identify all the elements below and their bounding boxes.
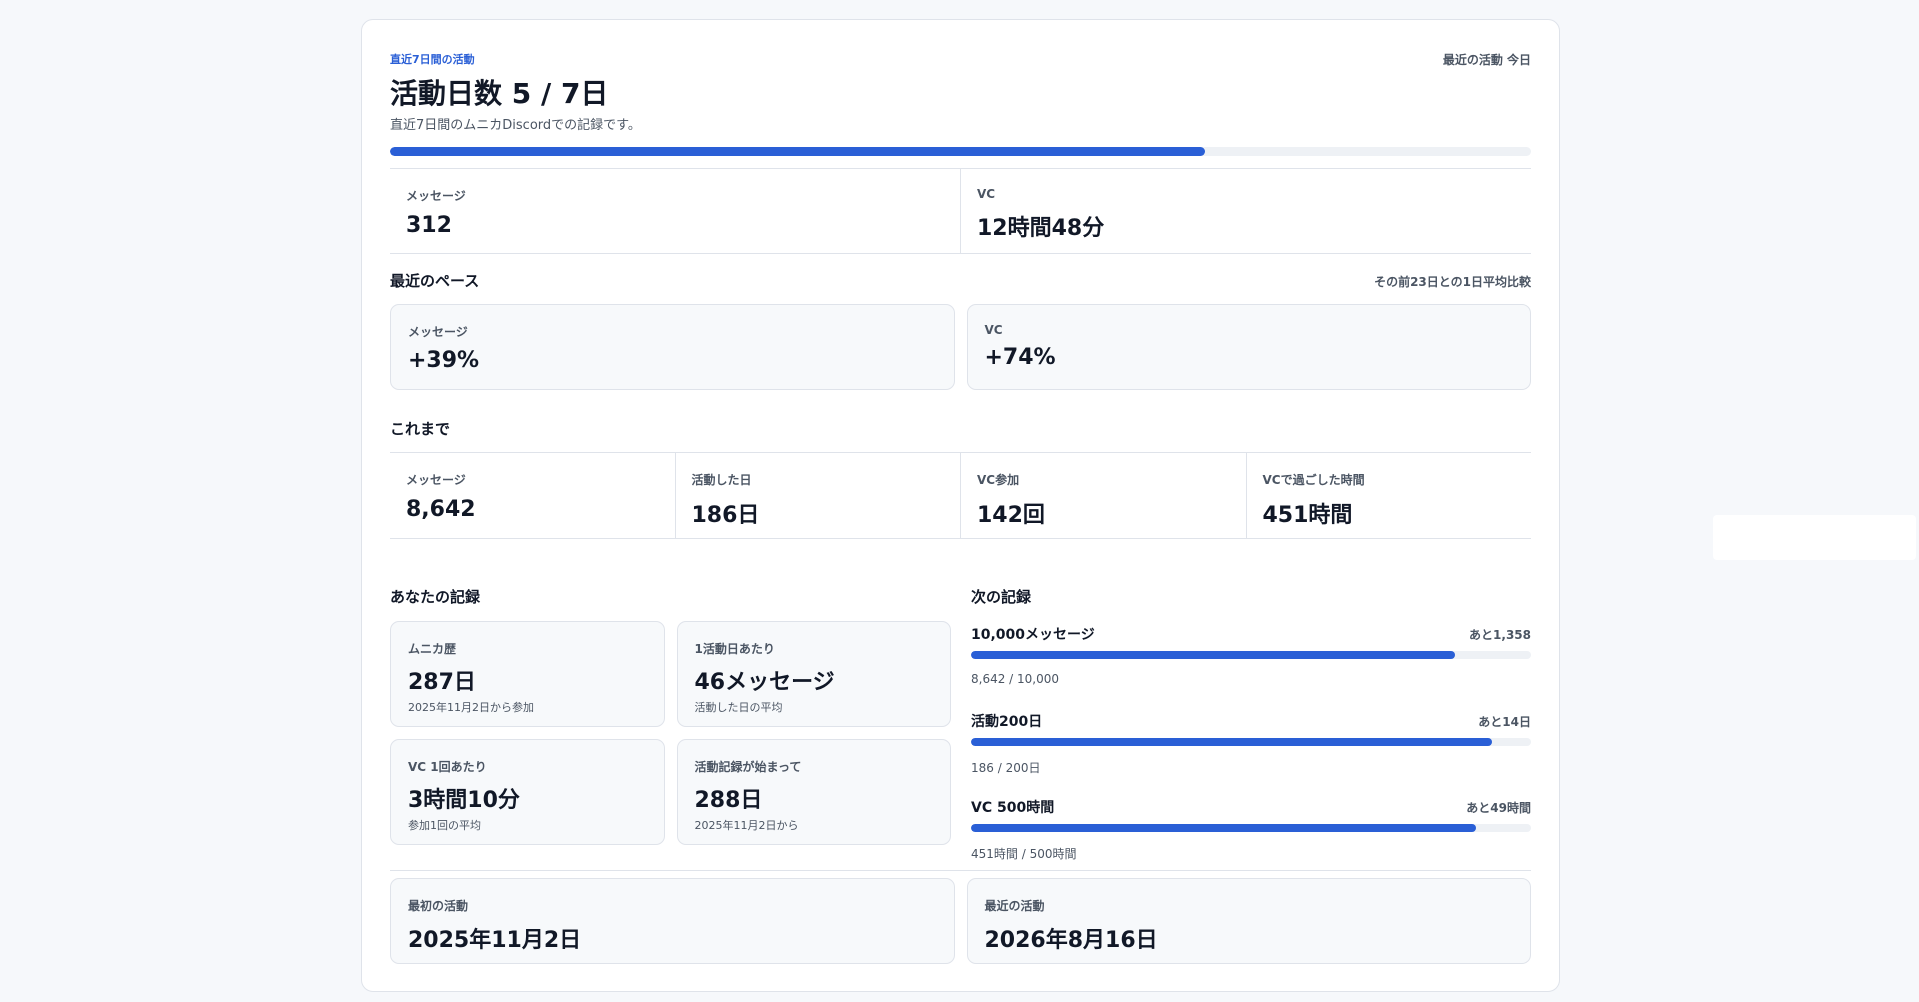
goal-progress-fill (971, 738, 1492, 746)
records-grid: ムニカ歴 287日 2025年11月2日から参加 1活動日あたり 46メッセージ… (390, 621, 951, 845)
record-label: ムニカ歴 (408, 642, 457, 656)
week-stat-messages: メッセージ 312 (390, 169, 961, 253)
stat-value: 8,642 (406, 497, 476, 522)
date-label: 最初の活動 (408, 899, 469, 913)
goal-remaining: あと1,358 (1469, 628, 1531, 642)
page-title: 活動日数 5 / 7日 (390, 77, 609, 110)
goal-progress-text: 186 / 200日 (971, 761, 1041, 775)
record-since-start: 活動記録が始まって 288日 2025年11月2日から (676, 739, 951, 845)
goal-progress-bar (971, 824, 1531, 832)
pace-messages: メッセージ +39% (390, 304, 955, 390)
stat-label: メッセージ (406, 473, 466, 487)
stat-value: 312 (406, 213, 452, 238)
goal-name: VC 500時間 (971, 800, 1055, 816)
goal-name: 活動200日 (971, 714, 1043, 730)
goal-name: 10,000メッセージ (971, 627, 1095, 643)
goal-progress-text: 451時間 / 500時間 (971, 847, 1077, 861)
totals-stats: メッセージ 8,642 活動した日 186日 VC参加 142回 VCで過ごした… (390, 452, 1531, 539)
pace-value: +39% (408, 348, 480, 373)
record-label: 1活動日あたり (694, 642, 775, 656)
record-per-day: 1活動日あたり 46メッセージ 活動した日の平均 (676, 621, 951, 727)
stat-value: 142回 (977, 503, 1045, 528)
active-days-progress-fill (390, 147, 1205, 156)
divider (390, 870, 1531, 871)
activity-card: 直近7日間の活動 最近の活動 今日 活動日数 5 / 7日 直近7日間のムニカD… (361, 19, 1560, 992)
pace-title: 最近のペース (390, 272, 480, 290)
record-tenure: ムニカ歴 287日 2025年11月2日から参加 (390, 621, 665, 727)
total-vc-time: VCで過ごした時間 451時間 (1247, 453, 1532, 538)
record-sub: 参加1回の平均 (408, 819, 481, 832)
week-stat-vc: VC 12時間48分 (961, 169, 1531, 253)
pace-label: メッセージ (408, 325, 468, 339)
stat-label: VC (977, 187, 996, 201)
record-label: 活動記録が始まって (694, 760, 802, 774)
totals-title: これまで (390, 420, 451, 438)
active-days-progress-bar (390, 147, 1531, 156)
stat-label: メッセージ (406, 189, 466, 203)
card-content: 直近7日間の活動 最近の活動 今日 活動日数 5 / 7日 直近7日間のムニカD… (390, 20, 1531, 991)
date-value: 2026年8月16日 (984, 928, 1158, 953)
pace-value: +74% (984, 345, 1056, 370)
stat-label: VC参加 (977, 473, 1020, 487)
record-sub: 2025年11月2日から (694, 819, 799, 832)
records-title: あなたの記録 (390, 588, 481, 606)
stat-label: 活動した日 (691, 473, 752, 487)
recent-activity-label: 最近の活動 今日 (1442, 53, 1531, 67)
record-label: VC 1回あたり (408, 760, 487, 774)
record-value: 287日 (408, 670, 476, 695)
record-sub: 活動した日の平均 (694, 701, 783, 714)
record-value: 46メッセージ (694, 670, 835, 695)
latest-activity: 最近の活動 2026年8月16日 (966, 878, 1531, 964)
goal-vc-hours: VC 500時間 あと49時間 451時間 / 500時間 (971, 797, 1531, 861)
goal-remaining: あと14日 (1478, 715, 1531, 729)
total-vc-joins: VC参加 142回 (961, 453, 1247, 538)
next-records: 次の記録 10,000メッセージ あと1,358 8,642 / 10,000 … (971, 586, 1531, 861)
stat-value: 451時間 (1262, 503, 1353, 528)
goal-progress-fill (971, 651, 1455, 659)
stat-label: VCで過ごした時間 (1262, 473, 1365, 487)
pace-vc: VC +74% (966, 304, 1531, 390)
blank-floating-panel (1713, 515, 1916, 560)
goal-messages: 10,000メッセージ あと1,358 8,642 / 10,000 (971, 624, 1531, 686)
first-activity: 最初の活動 2025年11月2日 (390, 878, 955, 964)
pace-note: その前23日との1日平均比較 (1374, 275, 1531, 289)
goal-remaining: あと49時間 (1466, 801, 1531, 815)
goal-progress-bar (971, 651, 1531, 659)
next-records-title: 次の記録 (971, 588, 1032, 606)
goal-active-days: 活動200日 あと14日 186 / 200日 (971, 711, 1531, 775)
record-sub: 2025年11月2日から参加 (408, 701, 534, 714)
record-value: 288日 (694, 788, 763, 813)
goal-progress-fill (971, 824, 1477, 832)
total-active-days: 活動した日 186日 (676, 453, 961, 538)
total-messages: メッセージ 8,642 (390, 453, 676, 538)
stat-value: 12時間48分 (977, 216, 1105, 241)
stat-value: 186日 (691, 503, 760, 528)
activity-dates: 最初の活動 2025年11月2日 最近の活動 2026年8月16日 (390, 878, 1531, 964)
record-value: 3時間10分 (408, 788, 520, 813)
pace-label: VC (984, 323, 1003, 337)
page-subtitle: 直近7日間のムニカDiscordでの記録です。 (390, 118, 641, 133)
pace-boxes: メッセージ +39% VC +74% (390, 304, 1531, 390)
date-value: 2025年11月2日 (408, 928, 582, 953)
date-label: 最近の活動 (984, 899, 1045, 913)
goal-progress-bar (971, 738, 1531, 746)
goal-progress-text: 8,642 / 10,000 (971, 672, 1060, 686)
week-stats: メッセージ 312 VC 12時間48分 (390, 168, 1531, 254)
period-eyebrow: 直近7日間の活動 (390, 53, 475, 66)
record-vc-per-session: VC 1回あたり 3時間10分 参加1回の平均 (390, 739, 665, 845)
